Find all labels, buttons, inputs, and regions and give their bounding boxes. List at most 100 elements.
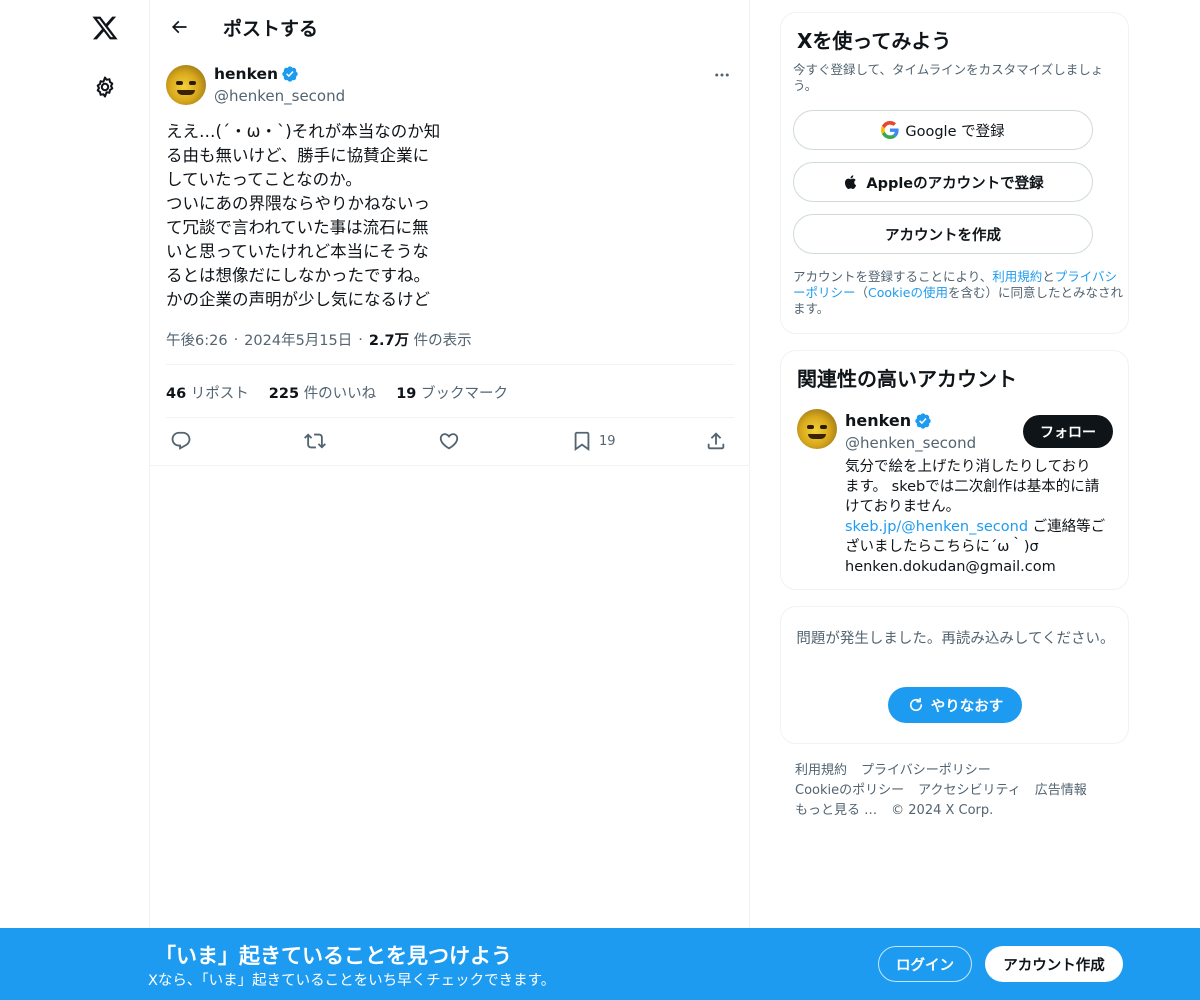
post-text-line: る由も無いけど、勝手に協賛企業に (166, 146, 430, 165)
footer-links: 利用規約 プライバシーポリシー Cookieのポリシー アクセシビリティ 広告情… (795, 761, 1125, 821)
bio-line: ます。 skebでは二次創作は基本的に請 (845, 479, 1100, 495)
footer-terms-link[interactable]: 利用規約 (795, 761, 847, 781)
footer-accessibility-link[interactable]: アクセシビリティ (918, 781, 1021, 801)
related-account-name[interactable]: henken (845, 411, 932, 430)
verified-badge-icon (915, 412, 931, 429)
post-text-line: ついにあの界隈ならやりかねないっ (166, 194, 430, 213)
page-title: ポストする (223, 18, 319, 40)
bio-line: skeb.jp/@henken_second ご連絡等ご (845, 517, 1117, 537)
google-signup-label: Google で登録 (905, 123, 1005, 140)
refresh-icon (909, 697, 922, 712)
author-handle[interactable]: @henken_second (214, 87, 345, 105)
x-logo-icon[interactable] (80, 3, 130, 53)
bookmarks-count: 19 (396, 386, 417, 402)
verified-badge-icon (282, 66, 298, 82)
error-message: 問題が発生しました。再読み込みしてください。 (796, 631, 1115, 647)
avatar[interactable] (797, 409, 837, 449)
apple-signup-label: Appleのアカウントで登録 (866, 175, 1044, 192)
back-arrow-icon[interactable] (162, 10, 196, 44)
repost-icon (304, 433, 326, 449)
follow-button[interactable]: フォロー (1023, 415, 1113, 448)
signup-card: Xを使ってみよう 今すぐ登録して、タイムラインをカスタマイズしましょう。 Goo… (780, 12, 1129, 334)
bio-link[interactable]: skeb.jp/@henken_second (845, 519, 1028, 535)
related-account-handle[interactable]: @henken_second (845, 434, 976, 452)
more-icon[interactable] (706, 64, 738, 86)
error-card: 問題が発生しました。再読み込みしてください。 やりなおす (780, 606, 1129, 744)
bio-line: 気分で絵を上げたり消したりしており (845, 459, 1091, 475)
post-time[interactable]: 午後6:26 (166, 329, 228, 350)
author-name[interactable]: henken (214, 65, 299, 83)
separator: · (233, 331, 239, 348)
reply-icon (171, 431, 191, 450)
terms-link[interactable]: 利用規約 (992, 269, 1042, 284)
reposts-count: 46 (166, 386, 187, 402)
like-button[interactable] (438, 428, 460, 454)
post-date[interactable]: 2024年5月15日 (244, 329, 352, 350)
cookie-link[interactable]: Cookieの使用 (868, 285, 948, 300)
bookmark-icon (574, 431, 590, 452)
related-accounts-card: 関連性の高いアカウント henken @henken_second フォロー 気… (780, 350, 1129, 590)
related-card-title: 関連性の高いアカウント (797, 367, 1017, 391)
post-header: henken @henken_second (166, 64, 736, 108)
share-icon (707, 432, 725, 450)
bookmarks-label: ブックマーク (420, 386, 508, 402)
create-account-button[interactable]: アカウントを作成 (793, 214, 1093, 254)
author-name-text: henken (214, 65, 279, 83)
post-actions: 19 (166, 428, 736, 454)
bookmarks-stat[interactable]: 19 ブックマーク (396, 382, 508, 403)
signup-card-title: Xを使ってみよう (797, 29, 952, 53)
post-text-line: るとは想像だにしなかったですね。 (166, 266, 430, 285)
likes-label: 件のいいね (303, 386, 377, 402)
apple-icon (845, 175, 857, 189)
avatar[interactable] (166, 65, 206, 105)
views-count: 2.7万 (368, 333, 410, 349)
reposts-stat[interactable]: 46 リポスト (166, 382, 249, 403)
divider (166, 417, 734, 418)
bio-line: けておりません。 (845, 499, 961, 515)
login-button[interactable]: ログイン (878, 946, 972, 982)
signup-button[interactable]: アカウント作成 (985, 946, 1123, 982)
post-meta: 午後6:26 · 2024年5月15日 · 2.7万 件の表示 (166, 329, 472, 350)
banner-subtitle: Xなら、「いま」起きていることをいち早くチェックできます。 (148, 973, 556, 989)
likes-stat[interactable]: 225 件のいいね (269, 382, 376, 403)
page-header: ポストする (150, 0, 750, 54)
legal-text: アカウントを登録することにより、利用規約とプライバシーポリシー（Cookieの使… (793, 269, 1123, 317)
share-button[interactable] (705, 428, 727, 454)
post-views: 2.7万 件の表示 (369, 329, 472, 350)
separator: · (358, 331, 363, 348)
like-icon (439, 433, 459, 450)
likes-count: 225 (268, 386, 300, 402)
google-signup-button[interactable]: Google で登録 (793, 110, 1093, 150)
settings-icon[interactable] (80, 62, 130, 112)
google-icon (881, 121, 899, 139)
post-text: ええ…(´・ω・`)それが本当なのか知 る由も無いけど、勝手に協賛企業に してい… (166, 120, 466, 312)
post-stats: 46 リポスト 225 件のいいね 19 ブックマーク (166, 382, 508, 403)
views-label: 件の表示 (413, 333, 472, 349)
related-account-name-text: henken (845, 411, 912, 430)
legal-text-part: （ (855, 285, 869, 300)
post-text-line: かの企業の声明が少し気になるけど (166, 290, 430, 309)
footer-copyright: © 2024 X Corp. (891, 803, 994, 818)
retry-button[interactable]: やりなおす (888, 687, 1022, 723)
bio-text: ご連絡等ご (1028, 519, 1106, 535)
footer-more-link[interactable]: もっと見る … (795, 801, 877, 821)
signup-banner: 「いま」起きていることを見つけよう Xなら、「いま」起きていることをいち早くチェ… (0, 928, 1200, 1000)
reposts-label: リポスト (190, 386, 249, 402)
left-nav (0, 0, 150, 1000)
legal-text-part: アカウントを登録することにより、 (793, 269, 993, 284)
reply-button[interactable] (170, 428, 192, 454)
create-account-label: アカウントを作成 (885, 227, 1001, 244)
repost-button[interactable] (304, 428, 326, 454)
footer-cookie-link[interactable]: Cookieのポリシー (795, 781, 904, 801)
apple-signup-button[interactable]: Appleのアカウントで登録 (793, 162, 1093, 202)
main-column: ポストする henken @henken_second ええ…(´・ω・`)それ… (149, 0, 750, 1000)
post-text-line: していたってことなのか。 (166, 170, 362, 189)
bookmark-count: 19 (599, 433, 616, 449)
bio-line: henken.dokudan@gmail.com (845, 559, 1056, 575)
footer-ads-link[interactable]: 広告情報 (1035, 781, 1087, 801)
bookmark-button[interactable]: 19 (571, 428, 616, 454)
post-text-line: ええ…(´・ω・`)それが本当なのか知 (166, 122, 441, 141)
footer-privacy-link[interactable]: プライバシーポリシー (861, 761, 991, 781)
legal-text-part: と (1042, 269, 1055, 284)
signup-card-subtitle: 今すぐ登録して、タイムラインをカスタマイズしましょう。 (793, 62, 1104, 93)
